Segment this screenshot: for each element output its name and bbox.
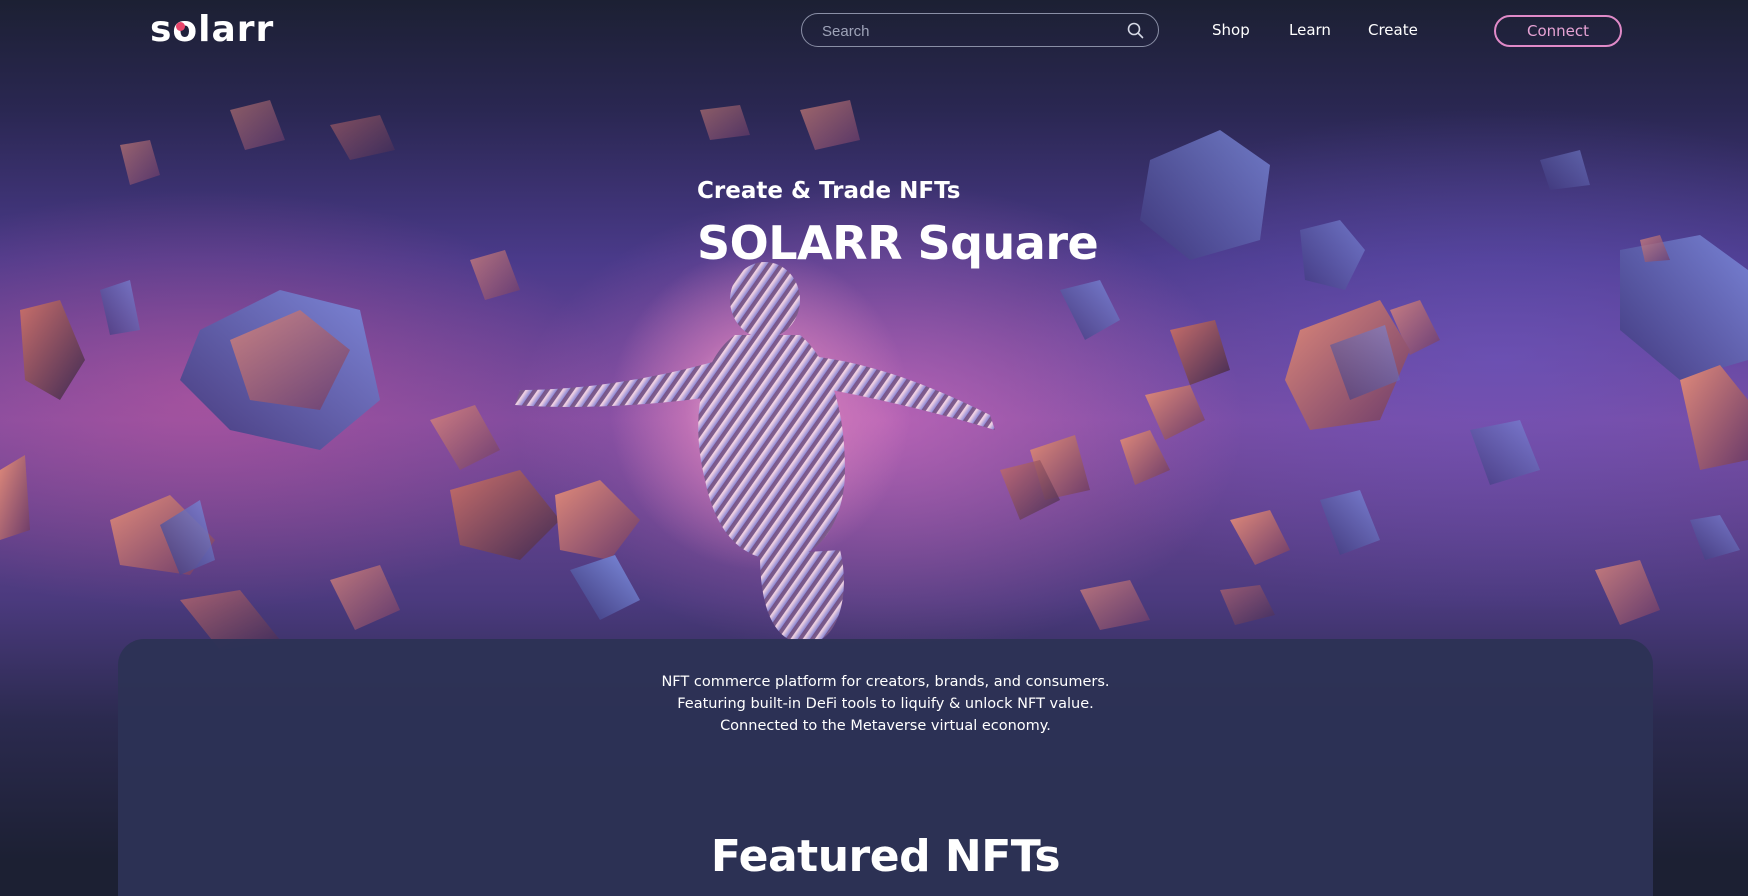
featured-nfts-heading: Featured NFTs <box>710 831 1061 882</box>
nav-shop[interactable]: Shop <box>1212 20 1250 40</box>
logo-text: solarr <box>150 9 275 50</box>
tagline-line: Featuring built-in DeFi tools to liquify… <box>677 696 1094 712</box>
tagline-block: NFT commerce platform for creators, bran… <box>118 671 1653 737</box>
page: solarr Shop Learn Create Connect Create … <box>0 0 1748 896</box>
logo[interactable]: solarr <box>150 8 274 52</box>
logo-accent-dot <box>176 22 185 31</box>
connect-button[interactable]: Connect <box>1494 15 1622 47</box>
search-icon[interactable] <box>1127 22 1144 39</box>
hero-title: SOLARR Square <box>697 216 1099 270</box>
tagline-line: NFT commerce platform for creators, bran… <box>661 674 1110 690</box>
nav-learn[interactable]: Learn <box>1289 20 1331 40</box>
info-card: NFT commerce platform for creators, bran… <box>118 639 1653 896</box>
tagline-line: Connected to the Metaverse virtual econo… <box>720 718 1051 734</box>
search-box[interactable] <box>801 13 1159 47</box>
hero-subtitle: Create & Trade NFTs <box>697 178 961 204</box>
top-nav: solarr Shop Learn Create Connect <box>0 0 1748 62</box>
search-input[interactable] <box>820 20 1114 42</box>
nav-create[interactable]: Create <box>1368 20 1418 40</box>
